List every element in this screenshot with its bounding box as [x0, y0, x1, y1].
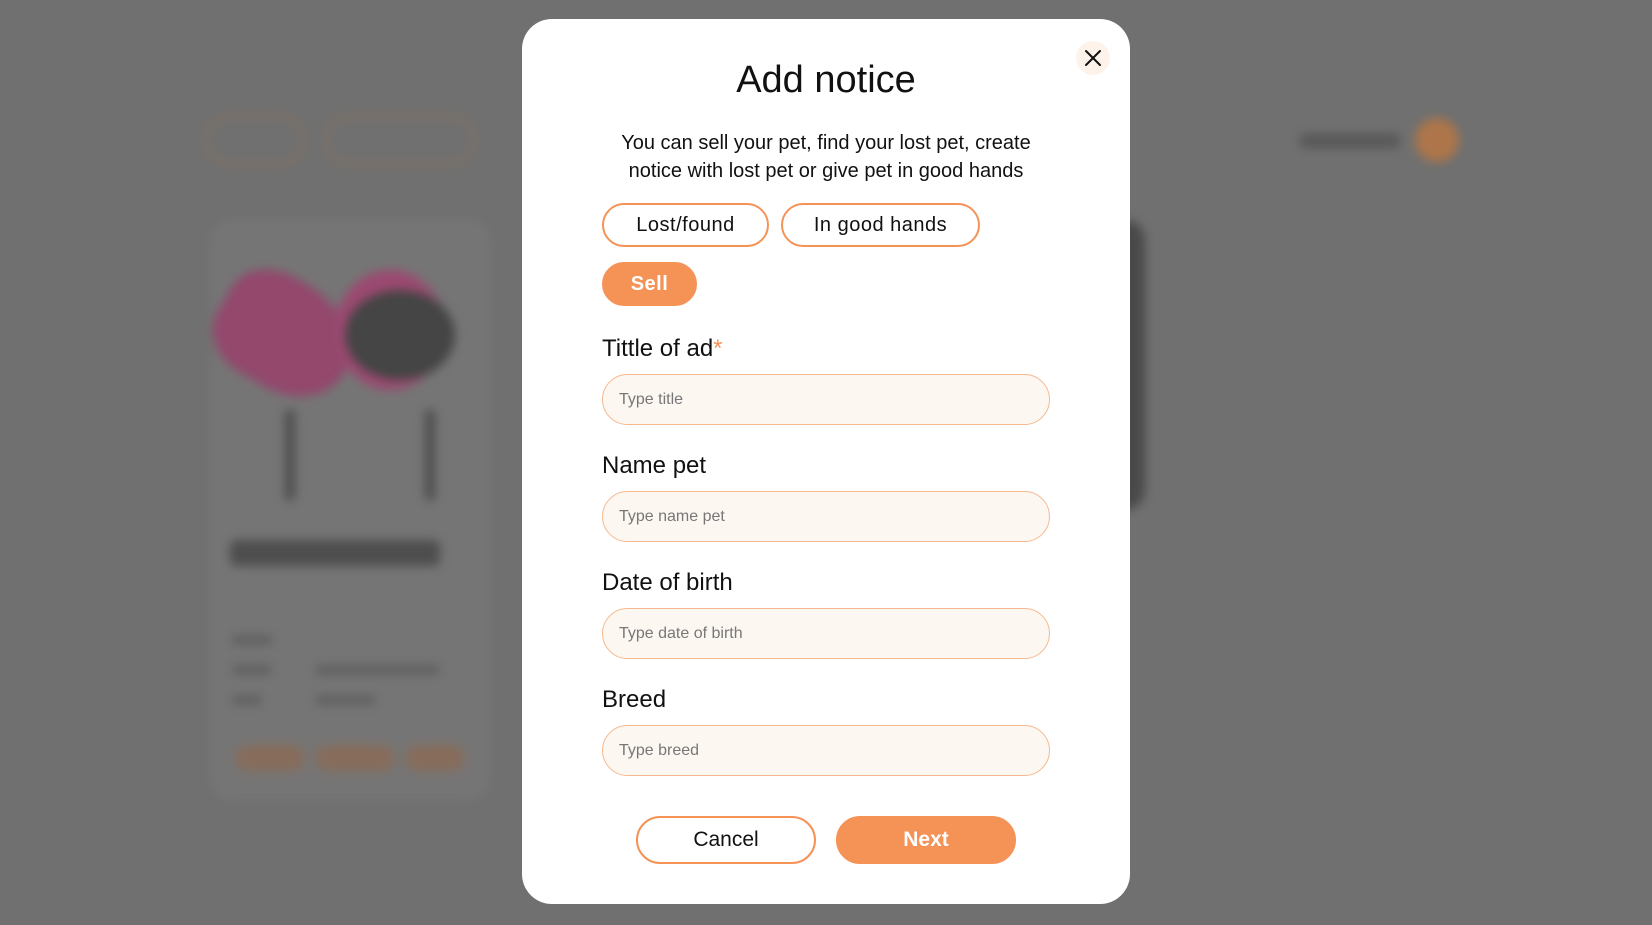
- date-of-birth-input[interactable]: [602, 608, 1050, 659]
- category-sell-button[interactable]: Sell: [602, 262, 697, 306]
- background-info-line: [315, 695, 375, 705]
- modal-subtitle: You can sell your pet, find your lost pe…: [621, 132, 1031, 182]
- background-nav-pill: [325, 116, 475, 164]
- background-card-title: [230, 540, 440, 566]
- cancel-button[interactable]: Cancel: [636, 816, 816, 864]
- modal-title: Add notice: [736, 59, 916, 101]
- background-tag: [235, 745, 305, 771]
- breed-field-label: Breed: [602, 686, 667, 713]
- background-tag: [405, 745, 465, 771]
- title-input[interactable]: [602, 374, 1050, 425]
- title-field-label: Tittle of ad*: [602, 335, 723, 363]
- background-info-line: [232, 695, 262, 705]
- category-lost-found-button[interactable]: Lost/found: [602, 203, 769, 247]
- title-label-text: Tittle of ad: [602, 335, 714, 362]
- background-notice-card: [210, 220, 490, 800]
- background-pet-photo: [196, 250, 480, 510]
- name-pet-input[interactable]: [602, 491, 1050, 542]
- category-in-good-hands-button[interactable]: In good hands: [781, 203, 980, 247]
- breed-input[interactable]: [602, 725, 1050, 776]
- next-button[interactable]: Next: [836, 816, 1016, 864]
- background-tag: [315, 745, 395, 771]
- date-of-birth-field-label: Date of birth: [602, 569, 733, 596]
- required-mark: *: [713, 335, 723, 362]
- add-notice-modal: Add notice You can sell your pet, find y…: [522, 19, 1130, 904]
- background-user-name: [1300, 134, 1400, 148]
- name-pet-field-label: Name pet: [602, 452, 707, 479]
- background-nav-pill: [205, 116, 305, 164]
- background-info-line: [232, 665, 272, 675]
- background-info-line: [232, 635, 272, 645]
- background-avatar: [1415, 118, 1459, 162]
- background-info-line: [315, 665, 440, 675]
